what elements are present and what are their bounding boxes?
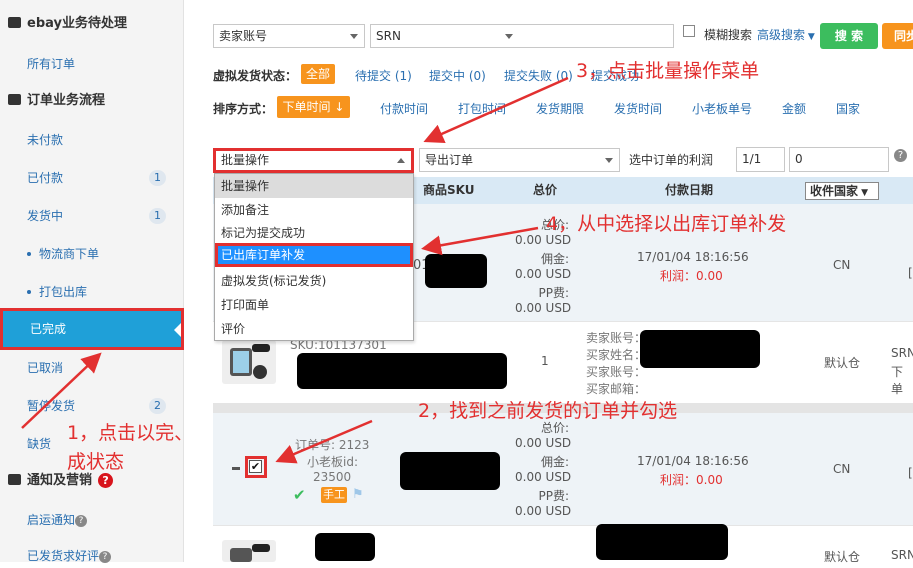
annotation-step4: 4，从中选择以出库订单补发 [546, 213, 787, 235]
annotation-arrows [21, 76, 569, 464]
annotation-step1: 1，点击以完、 [67, 422, 194, 444]
annotation-step2: 2，找到之前发货的订单并勾选 [418, 400, 678, 422]
annotation-step1-cont: 成状态 [67, 451, 125, 473]
annotation-step3: 3，点击批量操作菜单 [576, 60, 760, 82]
